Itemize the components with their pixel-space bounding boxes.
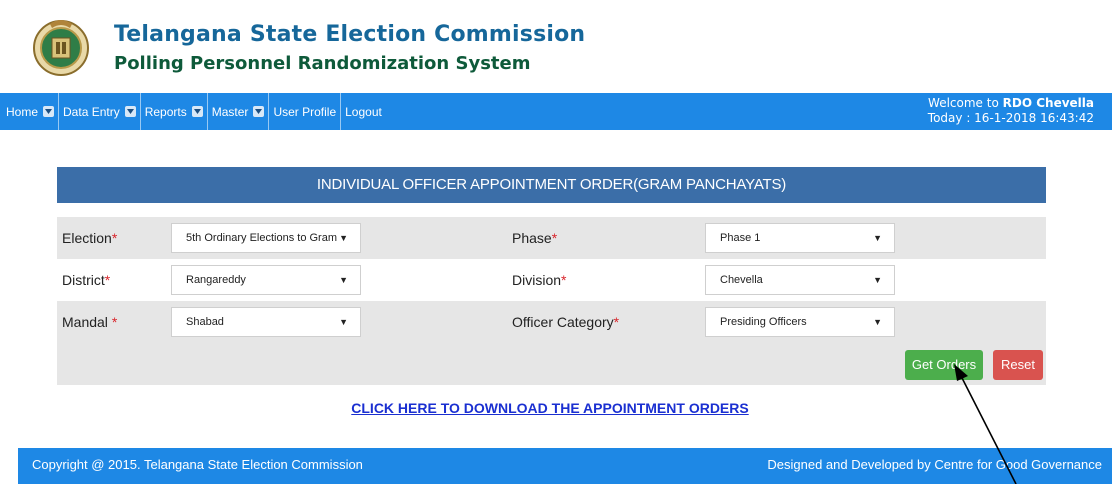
mandal-select[interactable]: Shabad ▼ <box>171 307 361 337</box>
nav-item-label: Logout <box>345 104 382 119</box>
panel-heading: INDIVIDUAL OFFICER APPOINTMENT ORDER(GRA… <box>57 167 1046 203</box>
nav-item-reports[interactable]: Reports <box>141 93 208 130</box>
chevron-down-icon[interactable] <box>253 106 265 117</box>
order-form: Election* 5th Ordinary Elections to Gram… <box>57 217 1046 385</box>
chevron-down-icon[interactable] <box>191 106 203 117</box>
emblem-logo <box>33 20 89 76</box>
chevron-down-icon[interactable] <box>124 106 136 117</box>
election-select[interactable]: 5th Ordinary Elections to Gram ▼ <box>171 223 361 253</box>
nav-item-label: Master <box>211 104 249 119</box>
nav-item-home[interactable]: Home <box>2 93 60 130</box>
division-label: Division* <box>512 272 567 288</box>
navbar: Home Data Entry Reports Master User Prof… <box>0 93 1112 130</box>
header: Telangana State Election Commission Poll… <box>0 0 1112 93</box>
footer: Copyright @ 2015. Telangana State Electi… <box>18 448 1112 484</box>
phase-select[interactable]: Phase 1 ▼ <box>705 223 895 253</box>
chevron-down-icon: ▼ <box>873 317 882 327</box>
chevron-down-icon[interactable] <box>43 106 55 117</box>
form-row-actions <box>57 343 1046 385</box>
chevron-down-icon: ▼ <box>339 317 348 327</box>
mandal-label: Mandal * <box>62 314 118 330</box>
chevron-down-icon: ▼ <box>339 275 348 285</box>
nav-item-data-entry[interactable]: Data Entry <box>59 93 141 130</box>
form-row-election: Election* 5th Ordinary Elections to Gram… <box>57 217 1046 259</box>
app-subtitle: Polling Personnel Randomization System <box>114 53 531 74</box>
nav-item-label: User Profile <box>273 104 337 119</box>
form-row-district: District* Rangareddy ▼ Division* Chevella… <box>57 259 1046 301</box>
welcome-info: Welcome to RDO Chevella Today : 16-1-201… <box>928 96 1094 126</box>
phase-label: Phase* <box>512 230 558 246</box>
district-label: District* <box>62 272 111 288</box>
chevron-down-icon: ▼ <box>873 233 882 243</box>
division-select[interactable]: Chevella ▼ <box>705 265 895 295</box>
download-orders-link[interactable]: CLICK HERE TO DOWNLOAD THE APPOINTMENT O… <box>0 400 1100 416</box>
chevron-down-icon: ▼ <box>873 275 882 285</box>
nav-item-user-profile[interactable]: User Profile <box>269 93 342 130</box>
nav-item-label: Home <box>6 104 39 119</box>
nav-item-label: Data Entry <box>63 104 120 119</box>
officer-category-select[interactable]: Presiding Officers ▼ <box>705 307 895 337</box>
nav-item-logout[interactable]: Logout <box>341 93 386 130</box>
welcome-line: Welcome to RDO Chevella <box>928 96 1094 111</box>
nav-item-label: Reports <box>144 104 187 119</box>
nav-menu: Home Data Entry Reports Master User Prof… <box>2 93 386 130</box>
district-select[interactable]: Rangareddy ▼ <box>171 265 361 295</box>
welcome-user: RDO Chevella <box>1002 96 1094 110</box>
election-label: Election* <box>62 230 118 246</box>
chevron-down-icon: ▼ <box>339 233 348 243</box>
form-row-mandal: Mandal * Shabad ▼ Officer Category* Presi… <box>57 301 1046 343</box>
welcome-prefix: Welcome to <box>928 96 999 110</box>
get-orders-button[interactable]: Get Orders <box>905 350 983 380</box>
nav-item-master[interactable]: Master <box>208 93 270 130</box>
today-datetime: Today : 16-1-2018 16:43:42 <box>927 111 1094 125</box>
reset-button[interactable]: Reset <box>993 350 1043 380</box>
footer-credit: Designed and Developed by Centre for Goo… <box>767 457 1102 472</box>
officer-category-label: Officer Category* <box>512 314 620 330</box>
footer-copyright: Copyright @ 2015. Telangana State Electi… <box>32 457 363 472</box>
app-title: Telangana State Election Commission <box>114 22 586 47</box>
